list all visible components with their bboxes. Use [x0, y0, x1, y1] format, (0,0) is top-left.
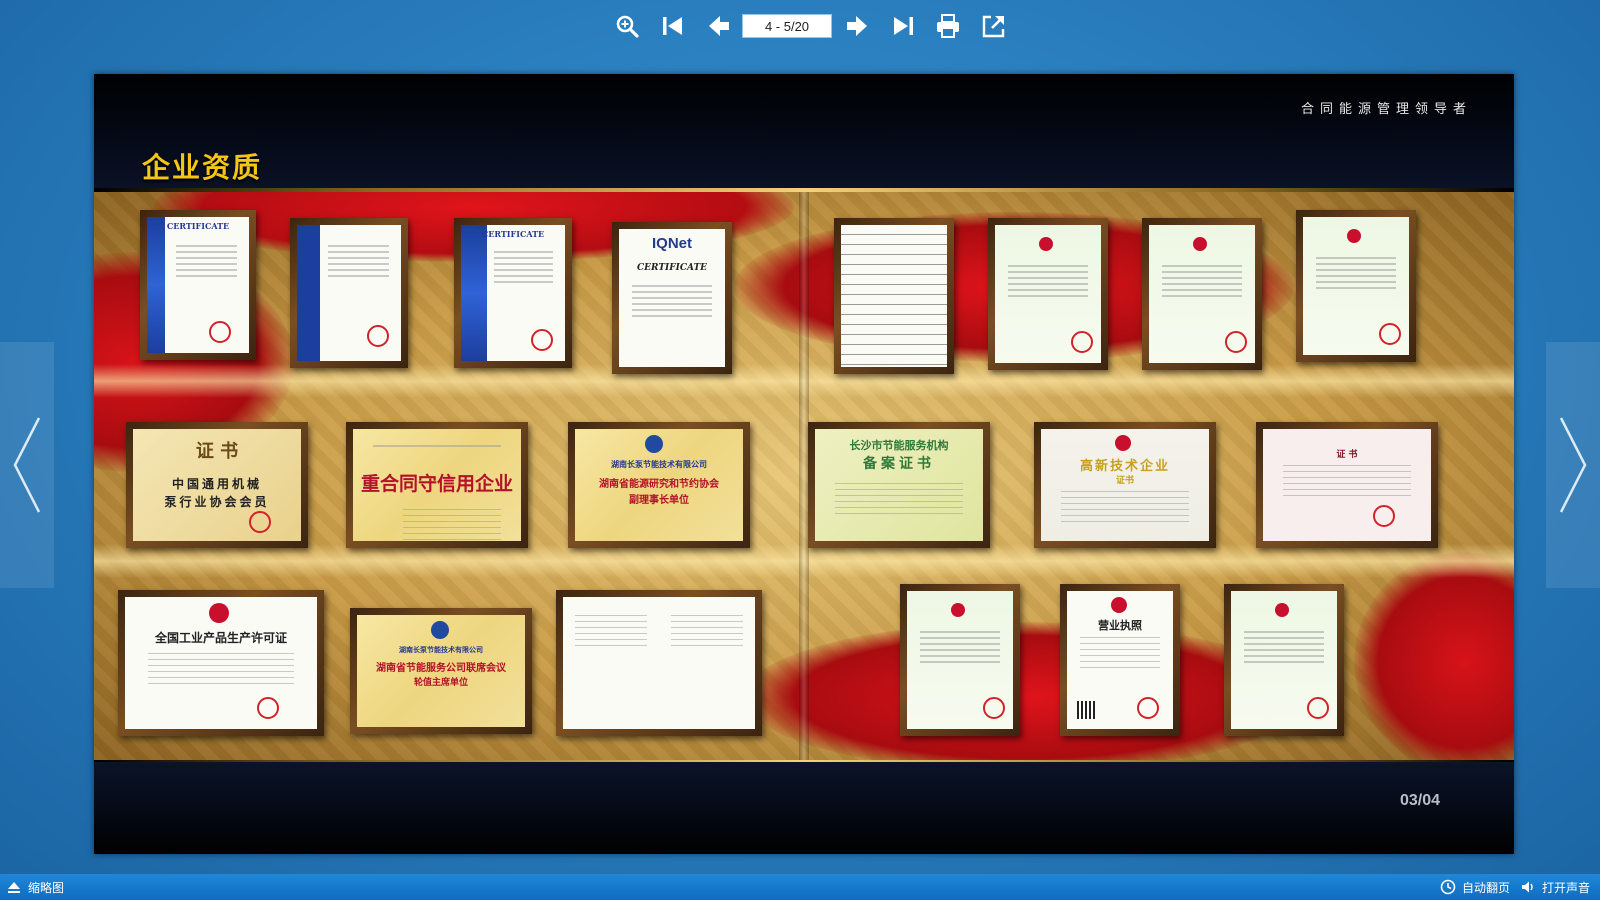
plaque-line: 证书: [1115, 476, 1134, 486]
plaque-title: 高新技术企业: [1079, 459, 1170, 474]
red-ribbon-decoration: [744, 622, 1304, 760]
plaque-title: 湖南省节能服务公司联席会议: [376, 663, 506, 674]
certificate-patent-1[interactable]: [988, 218, 1108, 370]
certificate-occupational-safety[interactable]: [290, 218, 408, 368]
next-page-button[interactable]: [841, 10, 873, 42]
next-page-icon: [847, 16, 867, 36]
toolbar: 4 - 5/20: [0, 10, 1600, 46]
certificate-quality-system[interactable]: CERTIFICATE: [140, 210, 256, 360]
first-page-button[interactable]: [657, 10, 689, 42]
plaque-title: 备案证书: [863, 456, 935, 472]
company-slogan: 合同能源管理领导者: [1300, 102, 1472, 117]
certificate-business-license[interactable]: 营业执照: [1060, 584, 1180, 736]
certificate-patent-5[interactable]: [1224, 584, 1344, 736]
thumbnail-button[interactable]: 缩略图: [6, 874, 64, 900]
certificates-panel: CERTIFICATE CERTIFICATE IQNet CERTIFICAT…: [94, 192, 1514, 760]
first-page-icon: [663, 17, 682, 35]
certificate-title: CERTIFICATE: [636, 263, 708, 273]
chevron-left-icon: [13, 417, 41, 513]
eject-icon: [8, 882, 20, 893]
next-page-side-arrow[interactable]: [1546, 342, 1600, 588]
prev-page-icon: [709, 16, 729, 36]
zoom-in-button[interactable]: [611, 10, 643, 42]
certificate-contract-credit[interactable]: 重合同守信用企业: [346, 422, 528, 548]
certificate-title: 全国工业产品生产许可证: [154, 631, 287, 645]
plaque-line: 副理事长单位: [629, 495, 689, 506]
footer-band: [94, 762, 1514, 854]
qr-code: [1077, 701, 1095, 719]
plaque-line: 中国通用机械: [171, 477, 262, 491]
bottom-status-bar: 缩略图 自动翻页 打开声音: [0, 874, 1600, 900]
section-title: 企业资质: [142, 151, 263, 184]
share-button[interactable]: [978, 10, 1010, 42]
certificate-iqnet[interactable]: IQNet CERTIFICATE: [612, 222, 732, 374]
prev-page-side-arrow[interactable]: [0, 342, 54, 588]
share-icon: [982, 15, 1005, 38]
certificate-changsha-filing[interactable]: 长沙市节能服务机构 备案证书: [808, 422, 990, 548]
flipbook-spread[interactable]: 合同能源管理领导者 企业资质 CERTIFICATE CERTIFICATE I…: [94, 74, 1514, 854]
certificate-patent-3[interactable]: [1296, 210, 1416, 362]
certificate-filing-table[interactable]: [834, 218, 954, 374]
speaker-icon: [1522, 881, 1533, 893]
auto-flip-label: 自动翻页: [1462, 880, 1511, 895]
plaque-line: 湖南长泵节能技术有限公司: [399, 645, 483, 654]
certificate-title: 证 书: [1336, 450, 1358, 460]
certificate-title: CERTIFICATE: [166, 221, 230, 231]
plaque-title: 重合同守信用企业: [360, 473, 513, 495]
plaque-title: 湖南省能源研究和节约协会: [599, 479, 719, 490]
print-button[interactable]: [932, 10, 964, 42]
sound-button[interactable]: 打开声音: [1520, 874, 1590, 900]
plaque-line: 轮值主席单位: [413, 678, 468, 688]
plaque-line: 长沙市节能服务机构: [849, 439, 949, 452]
certificate-energy-research-association[interactable]: 湖南长泵节能技术有限公司 湖南省能源研究和节约协会 副理事长单位: [568, 422, 750, 548]
header-band: 合同能源管理领导者 企业资质: [94, 74, 1514, 190]
print-icon: [937, 14, 959, 38]
certificate-patent-4[interactable]: [900, 584, 1020, 736]
certificate-production-license[interactable]: 全国工业产品生产许可证: [118, 590, 324, 736]
prev-page-button[interactable]: [703, 10, 735, 42]
plaque-line: 湖南长泵节能技术有限公司: [611, 459, 707, 469]
certificate-high-tech-enterprise[interactable]: 高新技术企业 证书: [1034, 422, 1216, 548]
zoom-in-icon: [616, 15, 639, 38]
auto-flip-button[interactable]: 自动翻页: [1440, 874, 1510, 900]
certificate-pump-association-member[interactable]: 证 书 中国通用机械 泵行业协会会员: [126, 422, 308, 548]
clock-icon: [1440, 879, 1456, 895]
last-page-button[interactable]: [887, 10, 919, 42]
red-ribbon-decoration: [1354, 552, 1514, 760]
page-indicator-input[interactable]: 4 - 5/20: [742, 14, 832, 38]
certificate-title: CERTIFICATE: [481, 229, 545, 239]
thumbnail-label: 缩略图: [28, 880, 65, 895]
certificate-environment-system[interactable]: CERTIFICATE: [454, 218, 572, 368]
chevron-right-icon: [1559, 417, 1587, 513]
page-number: 03/04: [1399, 792, 1440, 809]
plaque-line: 泵行业协会会员: [164, 495, 270, 509]
iqnet-logo: IQNet: [651, 235, 692, 252]
sound-label: 打开声音: [1542, 880, 1591, 895]
certificate-document-spread[interactable]: [556, 590, 762, 736]
certificate-esco-council[interactable]: 湖南长泵节能技术有限公司 湖南省节能服务公司联席会议 轮值主席单位: [350, 608, 532, 734]
plaque-title: 证 书: [195, 441, 239, 462]
certificate-title: 营业执照: [1098, 619, 1142, 632]
certificate-patent-2[interactable]: [1142, 218, 1262, 370]
last-page-icon: [894, 17, 913, 35]
certificate-pink[interactable]: 证 书: [1256, 422, 1438, 548]
